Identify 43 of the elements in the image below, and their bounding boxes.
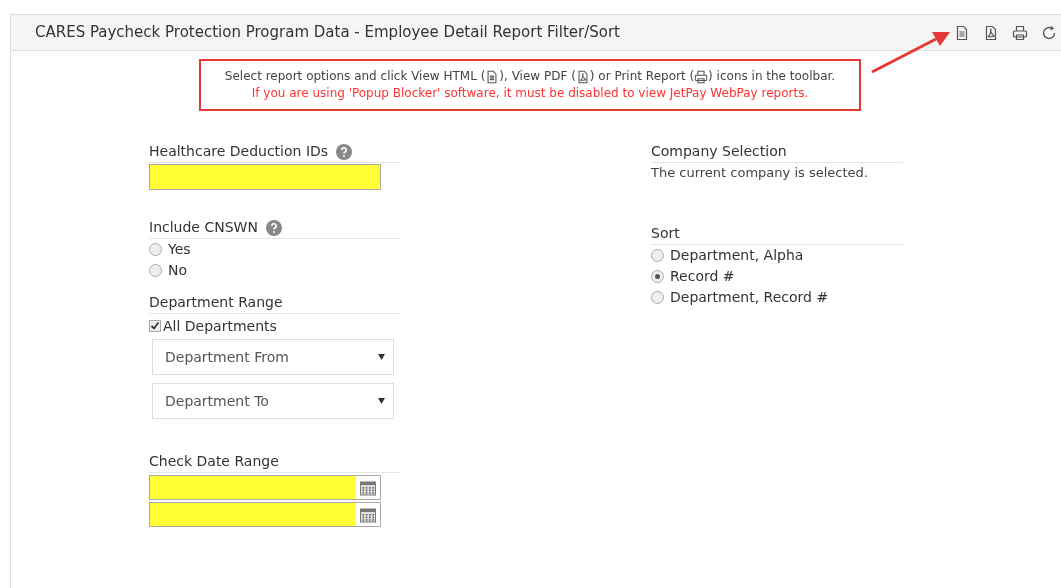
printer-icon — [1012, 24, 1028, 41]
radio-button[interactable] — [651, 248, 664, 262]
print-button[interactable] — [1012, 24, 1028, 41]
calendar-icon[interactable] — [359, 505, 377, 524]
field-label: Include CNSWN — [149, 218, 258, 237]
caret-icon — [378, 354, 385, 360]
radio-label: Department, Record # — [670, 287, 829, 307]
field-label: Department Range — [149, 293, 283, 312]
checkbox[interactable] — [149, 320, 161, 332]
field-label: Sort — [651, 223, 680, 243]
view-html-button[interactable] — [954, 24, 970, 41]
help-icon[interactable] — [265, 219, 282, 236]
pdf-icon — [575, 69, 590, 84]
radio-label: No — [168, 261, 188, 280]
pdf-icon — [983, 24, 999, 41]
document-icon — [954, 24, 970, 41]
help-icon[interactable] — [336, 143, 353, 160]
field-label: Company Selection — [651, 142, 787, 161]
dropdown[interactable]: Department From — [152, 339, 394, 375]
refresh-icon[interactable] — [1041, 24, 1057, 41]
date-field[interactable] — [149, 502, 381, 527]
notice-text: Select report options and click View HTML ( ), View PDF ( ) or Print Report ( ) icons in the toolbar. — [224, 68, 836, 85]
document-icon — [485, 69, 500, 84]
field-label: Healthcare Deduction IDs — [149, 142, 329, 161]
radio-button[interactable] — [651, 269, 664, 283]
printer-icon — [694, 69, 709, 84]
panel-title: CARES Paycheck Protection Program Data - Employee Detail Report Filter/Sort — [35, 22, 620, 44]
radio-label: Yes — [168, 240, 191, 259]
radio-button[interactable] — [651, 290, 664, 304]
radio-button[interactable] — [149, 264, 162, 277]
radio-label: Record # — [670, 266, 735, 286]
checkbox-label: All Departments — [163, 316, 277, 336]
view-pdf-button[interactable] — [983, 24, 999, 41]
input-field[interactable] — [149, 164, 381, 190]
date-field[interactable] — [149, 475, 381, 500]
caret-icon — [378, 398, 385, 404]
radio-button[interactable] — [149, 243, 162, 256]
radio-label: Department, Alpha — [670, 245, 804, 265]
calendar-icon[interactable] — [359, 478, 377, 497]
field-label: Check Date Range — [149, 452, 279, 471]
company-selection-text: The current company is selected. — [651, 164, 869, 182]
popup-warning: If you are using 'Popup Blocker' software, it must be disabled to view JetPay WebPay reports. — [251, 85, 809, 102]
dropdown[interactable]: Department To — [152, 383, 394, 419]
